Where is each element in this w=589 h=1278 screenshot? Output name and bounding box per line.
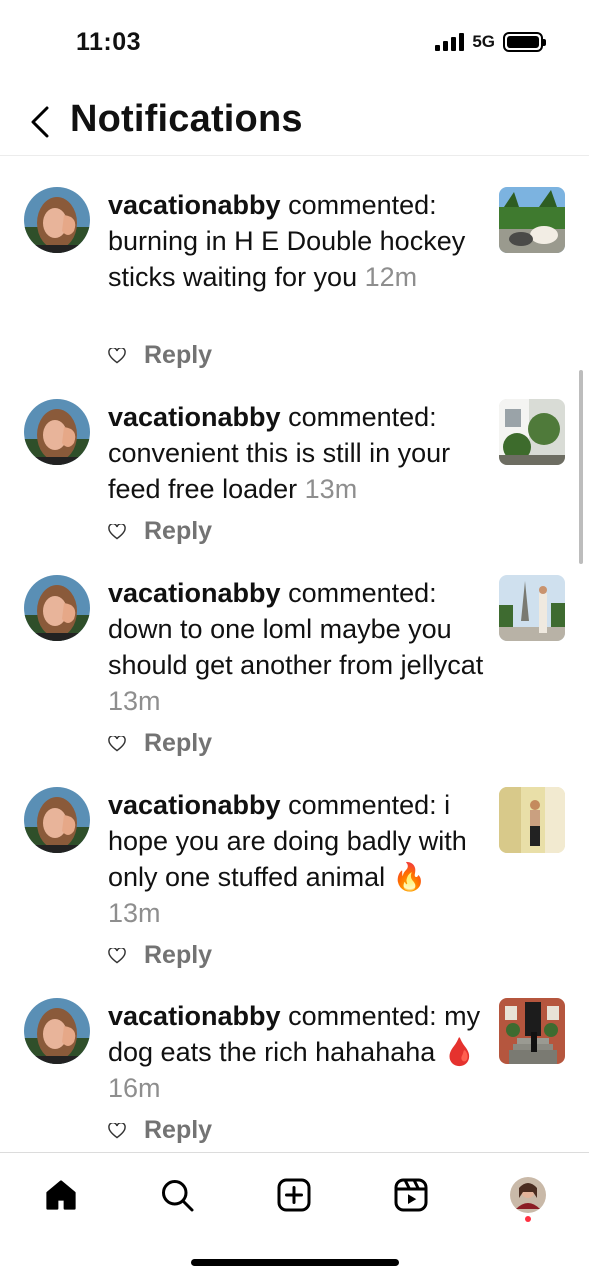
comment-actions: Reply [108,941,212,970]
page-title: Notifications [70,98,303,140]
timestamp: 12m [364,262,418,292]
avatar[interactable] [24,187,90,253]
reply-button[interactable]: Reply [144,941,212,970]
notification-text: vacationabby commented: convenient this … [108,399,486,507]
username[interactable]: vacationabby [108,190,281,220]
header: Notifications [0,92,589,156]
notification-text: vacationabby commented: my dog eats the … [108,998,486,1106]
home-indicator[interactable] [191,1259,399,1266]
timestamp: 13m [108,686,161,716]
reels-icon [394,1178,428,1212]
status-time: 11:03 [76,28,142,56]
avatar[interactable] [24,787,90,853]
tab-create[interactable] [272,1173,316,1217]
heart-icon[interactable] [108,947,126,964]
home-icon [46,1180,76,1210]
username[interactable]: vacationabby [108,790,281,820]
comment-actions: Reply [108,1116,212,1145]
notification-text: vacationabby commented: down to one loml… [108,575,486,719]
notification-text: vacationabby commented: burning in H E D… [108,187,486,295]
post-thumbnail[interactable] [499,399,565,465]
avatar[interactable] [24,998,90,1064]
network-label: 5G [472,32,495,51]
tab-search[interactable] [155,1173,199,1217]
reply-button[interactable]: Reply [144,1116,212,1145]
reply-button[interactable]: Reply [144,341,212,370]
back-button[interactable] [28,102,58,142]
scrollbar[interactable] [579,370,583,564]
chevron-left-icon [31,106,49,138]
profile-avatar [510,1177,546,1213]
timestamp: 13m [108,898,161,928]
tab-profile[interactable] [506,1173,550,1217]
heart-icon[interactable] [108,347,126,364]
heart-icon[interactable] [108,523,126,540]
tab-reels[interactable] [389,1173,433,1217]
comment-actions: Reply [108,729,212,758]
username[interactable]: vacationabby [108,402,281,432]
comment-actions: Reply [108,341,212,370]
post-thumbnail[interactable] [499,998,565,1064]
notifications-feed[interactable]: vacationabby commented: burning in H E D… [0,157,589,1152]
heart-icon[interactable] [108,735,126,752]
heart-icon[interactable] [108,1122,126,1139]
status-bar: 11:03 5G [0,0,589,90]
username[interactable]: vacationabby [108,578,281,608]
status-icons: 5G [435,32,546,52]
battery-icon [503,32,546,52]
post-thumbnail[interactable] [499,575,565,641]
signal-icon [435,33,465,51]
search-icon [162,1180,194,1212]
timestamp: 13m [304,474,358,504]
post-thumbnail[interactable] [499,187,565,253]
username[interactable]: vacationabby [108,1001,281,1031]
comment-actions: Reply [108,517,212,546]
create-icon [277,1178,311,1212]
reply-button[interactable]: Reply [144,517,212,546]
avatar[interactable] [24,575,90,641]
tab-home[interactable] [39,1173,83,1217]
avatar[interactable] [24,399,90,465]
post-thumbnail[interactable] [499,787,565,853]
notification-dot [525,1216,531,1222]
timestamp: 16m [108,1073,161,1103]
reply-button[interactable]: Reply [144,729,212,758]
notification-text: vacationabby commented: i hope you are d… [108,787,486,931]
